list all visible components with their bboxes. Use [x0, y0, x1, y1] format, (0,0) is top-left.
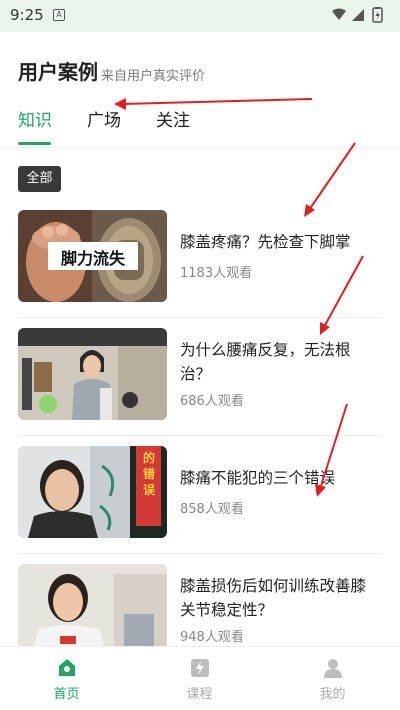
item-title: 膝盖损伤后如何训练改善膝关节稳定性？: [180, 577, 367, 619]
filter-chip-all[interactable]: 全部: [18, 166, 61, 192]
video-thumbnail: 的错误: [18, 446, 167, 538]
wifi-icon: [332, 8, 346, 20]
signal-icon: [352, 9, 364, 21]
item-views: 858人观看: [180, 502, 244, 517]
status-time: 9:25: [10, 6, 44, 24]
user-icon: [324, 659, 342, 678]
active-tab-indicator: [18, 142, 51, 145]
tab-follow[interactable]: 关注: [156, 106, 190, 131]
list-item[interactable]: 膝盖损伤后如何训练改善膝关节稳定性？ 948人观看: [18, 554, 382, 646]
item-title: 膝痛不能犯的三个错误: [180, 469, 336, 487]
thumbnail-caption: 脚力流失: [60, 249, 125, 268]
nav-profile[interactable]: 我的: [266, 647, 399, 710]
tab-square[interactable]: 广场: [87, 106, 121, 131]
nav-profile-label: 我的: [319, 687, 346, 702]
item-title: 为什么腰痛反复，无法根治？: [180, 341, 351, 383]
article-list: 脚力流失 膝盖疼痛？先检查下脚掌 1183人观看 为什么腰痛反复，无法根治？ 6: [0, 200, 400, 646]
list-item[interactable]: 为什么腰痛反复，无法根治？ 686人观看: [18, 318, 382, 436]
video-thumbnail: [18, 564, 167, 646]
nav-courses-label: 课程: [186, 687, 213, 702]
item-views: 1183人观看: [180, 266, 253, 281]
list-item[interactable]: 脚力流失 膝盖疼痛？先检查下脚掌 1183人观看: [18, 200, 382, 318]
page-title: 用户案例: [18, 60, 98, 84]
nav-home[interactable]: 首页: [0, 647, 133, 710]
home-icon: [59, 659, 75, 676]
status-bar: 9:25 A: [0, 0, 400, 32]
system-icons: [332, 7, 383, 23]
nav-courses[interactable]: 课程: [133, 647, 266, 710]
lightning-icon: [191, 659, 209, 677]
nav-home-label: 首页: [53, 687, 80, 702]
bottom-nav: 首页 课程 我的: [0, 646, 400, 710]
video-thumbnail: 脚力流失: [18, 210, 167, 302]
item-title: 膝盖疼痛？先检查下脚掌: [180, 233, 351, 251]
page-header: 用户案例 来自用户真实评价: [0, 32, 400, 92]
notification-icon: A: [53, 9, 65, 21]
item-views: 948人观看: [180, 630, 244, 645]
thumbnail-caption: 的错误: [142, 451, 155, 497]
tab-knowledge[interactable]: 知识: [18, 106, 52, 131]
video-thumbnail: [18, 328, 167, 420]
page-subtitle: 来自用户真实评价: [101, 69, 206, 84]
item-views: 686人观看: [180, 394, 244, 409]
top-tabs: 知识 广场 关注: [0, 100, 400, 148]
list-item[interactable]: 的错误 膝痛不能犯的三个错误 858人观看: [18, 436, 382, 554]
